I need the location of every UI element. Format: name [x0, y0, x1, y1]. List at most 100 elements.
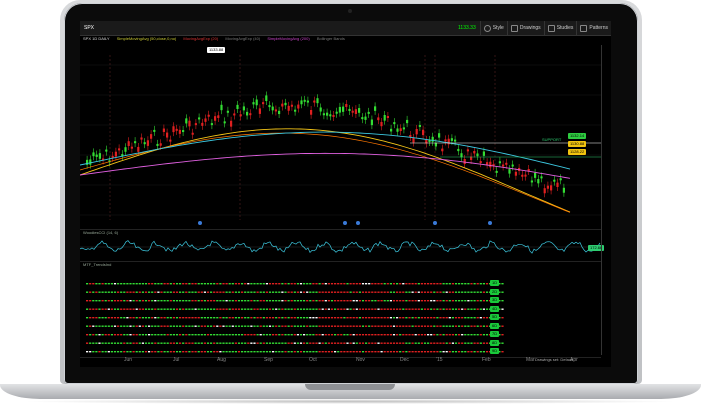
time-axis[interactable]: Jun Jul Aug Sep Oct Nov Dec '15 Feb Mar … — [80, 355, 601, 367]
mtf-dot — [151, 351, 154, 353]
mtf-dot — [485, 334, 489, 336]
mtf-dot — [312, 308, 315, 310]
mtf-dot — [476, 325, 479, 327]
mtf-dot — [157, 291, 160, 293]
mtf-dot — [399, 291, 402, 293]
mtf-dot — [256, 291, 259, 293]
mtf-dot — [485, 351, 489, 353]
mtf-dot — [281, 334, 284, 336]
legend-item[interactable]: Bollinger Bands — [317, 36, 345, 41]
mtf-dot — [392, 308, 396, 310]
legend-item[interactable]: MovingAvgExp (40) — [225, 36, 260, 41]
mtf-dot — [451, 334, 454, 336]
mtf-dot — [330, 342, 334, 344]
price-panel[interactable]: 1133.88 1132.14 1130.88 1128.22 SUPPORT — [80, 45, 601, 230]
mtf-dot — [138, 317, 141, 319]
mtf-dot — [141, 317, 144, 319]
mtf-dot — [222, 351, 225, 353]
mtf-dot — [396, 334, 399, 336]
drawings-button[interactable]: Drawings — [506, 21, 544, 35]
mtf-dot — [244, 308, 247, 310]
mtf-dot — [206, 308, 210, 310]
mtf-dot — [365, 317, 368, 319]
candle-body — [310, 109, 313, 115]
mtf-dot — [324, 351, 327, 353]
mtf-dot — [179, 325, 182, 327]
mtf-dot — [324, 283, 327, 285]
mtf-dot — [225, 317, 228, 319]
mtf-dot — [417, 308, 420, 310]
mtf-dot — [241, 308, 244, 310]
candle-body — [354, 109, 357, 114]
candle-body — [143, 142, 146, 145]
mtf-dot — [110, 291, 113, 293]
mtf-dot — [352, 300, 355, 302]
mtf-dot — [237, 291, 241, 293]
mtf-dot — [197, 308, 200, 310]
mtf-dot — [303, 291, 306, 293]
legend-item[interactable]: MovingAvgExp (20) — [183, 36, 218, 41]
studies-button[interactable]: Studies — [543, 21, 577, 35]
candle-body — [409, 135, 412, 138]
mtf-dot — [414, 334, 417, 336]
mtf-dot — [92, 300, 95, 302]
oscillator-chart[interactable] — [80, 229, 601, 261]
mtf-dot — [117, 308, 120, 310]
candle-body — [207, 114, 210, 117]
mtf-dot — [132, 283, 135, 285]
mtf-dot — [123, 334, 126, 336]
mtf-dot — [377, 325, 380, 327]
legend-item[interactable]: SimpleMovingAvg (50,close,0,no) — [117, 36, 177, 41]
mtf-dot — [461, 351, 464, 353]
mtf-dot — [234, 283, 237, 285]
mtf-dot — [256, 300, 259, 302]
mtf-dot — [138, 351, 141, 353]
mtf-dot — [86, 317, 89, 319]
mtf-dot — [98, 342, 101, 344]
mtf-dot — [234, 300, 237, 302]
mtf-dot — [396, 325, 399, 327]
mtf-dot — [464, 317, 467, 319]
mtf-dot — [216, 325, 219, 327]
mtf-dot — [476, 351, 479, 353]
mtf-dot — [479, 300, 482, 302]
legend-item[interactable]: SimpleMovingAvg (200) — [267, 36, 309, 41]
patterns-button[interactable]: Patterns — [576, 21, 611, 35]
mtf-dot — [334, 351, 337, 353]
mtf-dot — [244, 351, 247, 353]
mtf-dot — [185, 325, 188, 327]
symbol-field[interactable]: SPX — [80, 25, 98, 31]
mtf-dot — [392, 334, 396, 336]
mtf-dot — [330, 300, 334, 302]
mtf-dot — [290, 291, 293, 293]
mtf-dot — [104, 351, 107, 353]
mtf-dot — [182, 351, 185, 353]
mtf-dot — [262, 291, 265, 293]
candle-body — [306, 100, 309, 103]
candle-body — [262, 102, 265, 105]
mtf-dot — [95, 317, 98, 319]
price-chart[interactable] — [80, 45, 601, 229]
style-button[interactable]: Style — [479, 21, 507, 35]
mtf-dot — [185, 308, 188, 310]
price-axis[interactable] — [601, 45, 611, 355]
mtf-dot — [265, 325, 268, 327]
mtf-dot — [467, 300, 470, 302]
mtf-dot — [253, 308, 256, 310]
mtf-dot — [473, 300, 476, 302]
mtf-dot — [172, 300, 175, 302]
mtf-dot — [107, 300, 110, 302]
mtf-dot — [464, 308, 467, 310]
mtf-dot — [262, 317, 265, 319]
candle-body — [358, 108, 361, 113]
mtf-dot — [278, 325, 281, 327]
oscillator-panel[interactable]: WoodiesCCI (14, 6) 172.66 — [80, 229, 605, 262]
mtf-dot — [278, 334, 281, 336]
mtf-dot — [210, 342, 213, 344]
mtf-panel[interactable]: MTF_TrendsInd 1D 2D 3D 4D 5D 6D 7D 8D 9D — [80, 261, 601, 358]
mtf-dot — [346, 325, 349, 327]
mtf-dot — [467, 308, 470, 310]
mtf-dot — [278, 351, 281, 353]
mtf-dot — [442, 291, 445, 293]
candle-body — [287, 105, 290, 111]
